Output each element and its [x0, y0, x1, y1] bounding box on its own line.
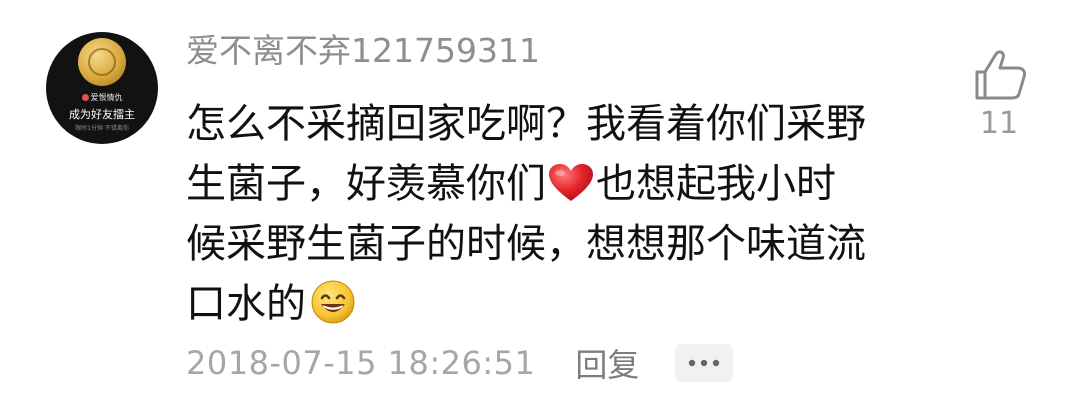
comment-body: 怎么不采摘回家吃啊？我看着你们采野 生菌子，好羡慕你们 也想起我小时 候采野生菌子…: [186, 94, 946, 334]
comment-text-segment: 口水的: [186, 281, 306, 327]
comment-line: 怎么不采摘回家吃啊？我看着你们采野: [186, 101, 866, 147]
avatar-fine-print: 限时1分钟 不错离你: [75, 125, 129, 132]
reply-button[interactable]: 回复: [575, 340, 639, 386]
brand-dot-icon: [81, 94, 89, 101]
heart-emoji-icon: [549, 164, 593, 201]
avatar[interactable]: 爱恨情仇 成为好友擂主 限时1分钟 不错离你: [46, 32, 158, 144]
comment-item: 爱恨情仇 成为好友擂主 限时1分钟 不错离你 爱不离不弃121759311 怎么…: [0, 0, 1080, 410]
more-options-button[interactable]: [675, 344, 734, 382]
comment-text-segment: 也想起我小时: [596, 161, 836, 207]
timestamp: 2018-07-15 18:26:51: [186, 344, 536, 382]
comment-meta: 2018-07-15 18:26:51 回复: [186, 340, 734, 386]
comment-text-segment: 生菌子，好羡慕你们: [186, 161, 546, 207]
avatar-headline: 成为好友擂主: [69, 108, 135, 121]
ellipsis-icon: [689, 359, 720, 367]
comment-line: 口水的: [186, 274, 946, 334]
avatar-brand-text: 爱恨情仇: [90, 93, 123, 102]
username[interactable]: 爱不离不弃121759311: [186, 28, 540, 74]
comment-line: 生菌子，好羡慕你们 也想起我小时: [186, 154, 946, 214]
grinning-emoji-icon: [311, 280, 355, 324]
like-count: 11: [979, 106, 1019, 141]
avatar-brand: 爱恨情仇: [46, 92, 158, 103]
coin-emblem-icon: [78, 38, 126, 86]
comment-line: 候采野生菌子的时候，想想那个味道流: [186, 221, 866, 267]
like-button[interactable]: 11: [960, 48, 1040, 148]
thumbs-up-icon: [975, 50, 1027, 100]
